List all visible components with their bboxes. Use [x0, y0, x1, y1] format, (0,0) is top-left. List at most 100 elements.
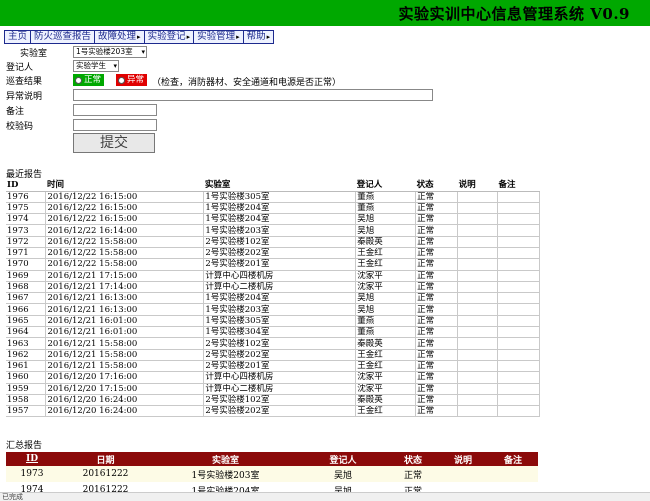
summary-col-header[interactable]: ID	[6, 452, 58, 466]
table-cell: 2016/12/21 16:01:00	[45, 326, 205, 339]
menu-item-5[interactable]: 帮助▸	[242, 30, 275, 44]
recent-table: ID 时间 实验室 登记人 状态 说明 备注 1976 2016/12/22 16:15:00…	[6, 180, 540, 418]
table-cell: 2016/12/22 16:15:00	[45, 202, 205, 215]
lab-select-value: 1号实验楼203室	[76, 47, 133, 56]
table-cell	[457, 394, 499, 407]
table-cell	[497, 202, 540, 215]
table-cell	[457, 405, 499, 418]
table-cell	[457, 303, 499, 316]
summary-col-header: 实验室	[153, 452, 298, 466]
table-row: 1970 2016/12/22 15:58:00 2号实验楼201室 王金红 正常	[6, 258, 540, 271]
menu-item-3[interactable]: 实验登记▸	[143, 30, 194, 44]
table-cell: 1号实验楼203室	[153, 466, 298, 482]
table-cell: 正常	[415, 213, 459, 226]
table-cell	[457, 247, 499, 260]
table-cell: 2号实验楼102室	[203, 337, 357, 350]
menu-item-label: 故障处理	[98, 31, 137, 42]
table-cell	[457, 337, 499, 350]
table-cell: 1号实验楼305室	[203, 315, 357, 328]
lab-select[interactable]: 1号实验楼203室 ▾	[73, 46, 147, 58]
table-cell: 秦殿英	[355, 236, 417, 248]
table-cell: 1964	[6, 326, 47, 339]
table-cell: 董燕	[355, 191, 417, 203]
table-cell: 1966	[6, 303, 47, 316]
table-cell: 王金红	[355, 247, 417, 260]
table-cell: 董燕	[355, 326, 417, 339]
remark-label: 备注	[6, 107, 25, 117]
table-cell: 正常	[415, 270, 459, 282]
result-hint: （检查，消防器材、安全通道和电源是否正常）	[152, 78, 342, 88]
table-cell	[497, 236, 540, 248]
table-cell	[497, 292, 540, 305]
table-cell: 2016/12/21 15:58:00	[45, 349, 205, 361]
menu-item-0[interactable]: 主页	[4, 30, 31, 44]
table-cell: 1972	[6, 236, 47, 248]
table-cell: 1971	[6, 247, 47, 260]
table-cell: 1960	[6, 371, 47, 384]
summary-col-header: 状态	[388, 452, 438, 466]
table-cell: 吴旭	[355, 224, 417, 237]
table-cell	[497, 270, 540, 282]
radio-icon	[118, 76, 125, 84]
remark-input[interactable]	[73, 104, 157, 116]
table-cell: 正常	[415, 315, 459, 328]
table-cell: 计算中心四楼机房	[203, 371, 357, 384]
lab-label: 实验室	[20, 49, 48, 59]
registrar-label: 登记人	[6, 63, 34, 73]
table-cell: 吴旭	[355, 213, 417, 226]
table-cell: 董燕	[355, 315, 417, 328]
table-row: 1966 2016/12/21 16:13:00 1号实验楼203室 吴旭 正常	[6, 303, 540, 316]
table-cell: 王金红	[355, 360, 417, 373]
table-cell: 正常	[415, 202, 459, 215]
result-ok-radio[interactable]: 正常	[73, 74, 105, 86]
table-cell	[497, 337, 540, 350]
recent-col-header: 状态	[415, 180, 458, 192]
captcha-input[interactable]	[73, 119, 157, 131]
table-cell: 正常	[415, 383, 459, 395]
summary-col-header: 日期	[58, 452, 153, 466]
menu-item-label: 主页	[8, 31, 28, 42]
menu-item-label: 帮助	[246, 31, 266, 42]
table-cell: 1号实验楼204室	[203, 292, 357, 305]
table-cell: 沈家平	[355, 383, 417, 395]
table-row: 1976 2016/12/22 16:15:00 1号实验楼305室 董燕 正常	[6, 191, 540, 203]
table-cell: 沈家平	[355, 371, 417, 384]
table-row: 1961 2016/12/21 15:58:00 2号实验楼201室 王金红 正常	[6, 360, 540, 373]
table-cell: 1970	[6, 258, 47, 271]
table-cell: 2016/12/21 17:14:00	[45, 281, 205, 294]
table-cell: 正常	[415, 349, 459, 361]
recent-col-header: 实验室	[203, 180, 356, 192]
table-cell	[497, 247, 540, 260]
table-row: 1968 2016/12/21 17:14:00 计算中心二楼机房 沈家平 正常	[6, 281, 540, 294]
table-cell: 王金红	[355, 349, 417, 361]
table-row: 1965 2016/12/21 16:01:00 1号实验楼305室 董燕 正常	[6, 315, 540, 328]
result-bad-radio[interactable]: 异常	[116, 74, 148, 86]
table-cell: 20161222	[58, 466, 153, 482]
table-cell: 正常	[415, 236, 459, 248]
table-cell: 2016/12/21 15:58:00	[45, 360, 205, 373]
menu-bar: 主页 防火巡查报告 故障处理▸ 实验登记▸ 实验管理▸ 帮助▸	[4, 30, 275, 44]
table-cell: 2016/12/22 15:58:00	[45, 236, 205, 248]
menu-item-2[interactable]: 故障处理▸	[94, 30, 144, 44]
menu-item-1[interactable]: 防火巡查报告	[30, 30, 95, 44]
table-row: 1958 2016/12/20 16:24:00 2号实验楼102室 秦殿英 正常	[6, 394, 540, 407]
table-row: 1962 2016/12/21 15:58:00 2号实验楼202室 王金红 正常	[6, 349, 540, 361]
table-row: 1969 2016/12/21 17:15:00 计算中心四楼机房 沈家平 正常	[6, 270, 540, 282]
submit-button[interactable]: 提交	[73, 133, 155, 153]
table-cell: 正常	[415, 281, 459, 294]
summary-col-header-label: 登记人	[329, 455, 357, 466]
table-cell: 2016/12/20 17:15:00	[45, 383, 205, 395]
table-row: 1973 2016/12/22 16:14:00 1号实验楼203室 吴旭 正常	[6, 224, 540, 237]
abnormal-input[interactable]	[73, 89, 433, 101]
summary-col-header-label: 实验室	[211, 455, 239, 466]
table-cell	[457, 371, 499, 384]
table-cell: 正常	[415, 360, 459, 373]
table-cell	[497, 383, 540, 395]
result-label: 巡查结果	[6, 77, 43, 87]
table-cell: 1号实验楼203室	[203, 303, 357, 316]
table-cell: 2016/12/21 17:15:00	[45, 270, 205, 282]
table-cell: 2号实验楼201室	[203, 360, 357, 373]
table-row: 1971 2016/12/22 15:58:00 2号实验楼202室 王金红 正常	[6, 247, 540, 260]
registrar-select[interactable]: 实验学生 ▾	[73, 60, 119, 72]
menu-item-4[interactable]: 实验管理▸	[193, 30, 243, 44]
